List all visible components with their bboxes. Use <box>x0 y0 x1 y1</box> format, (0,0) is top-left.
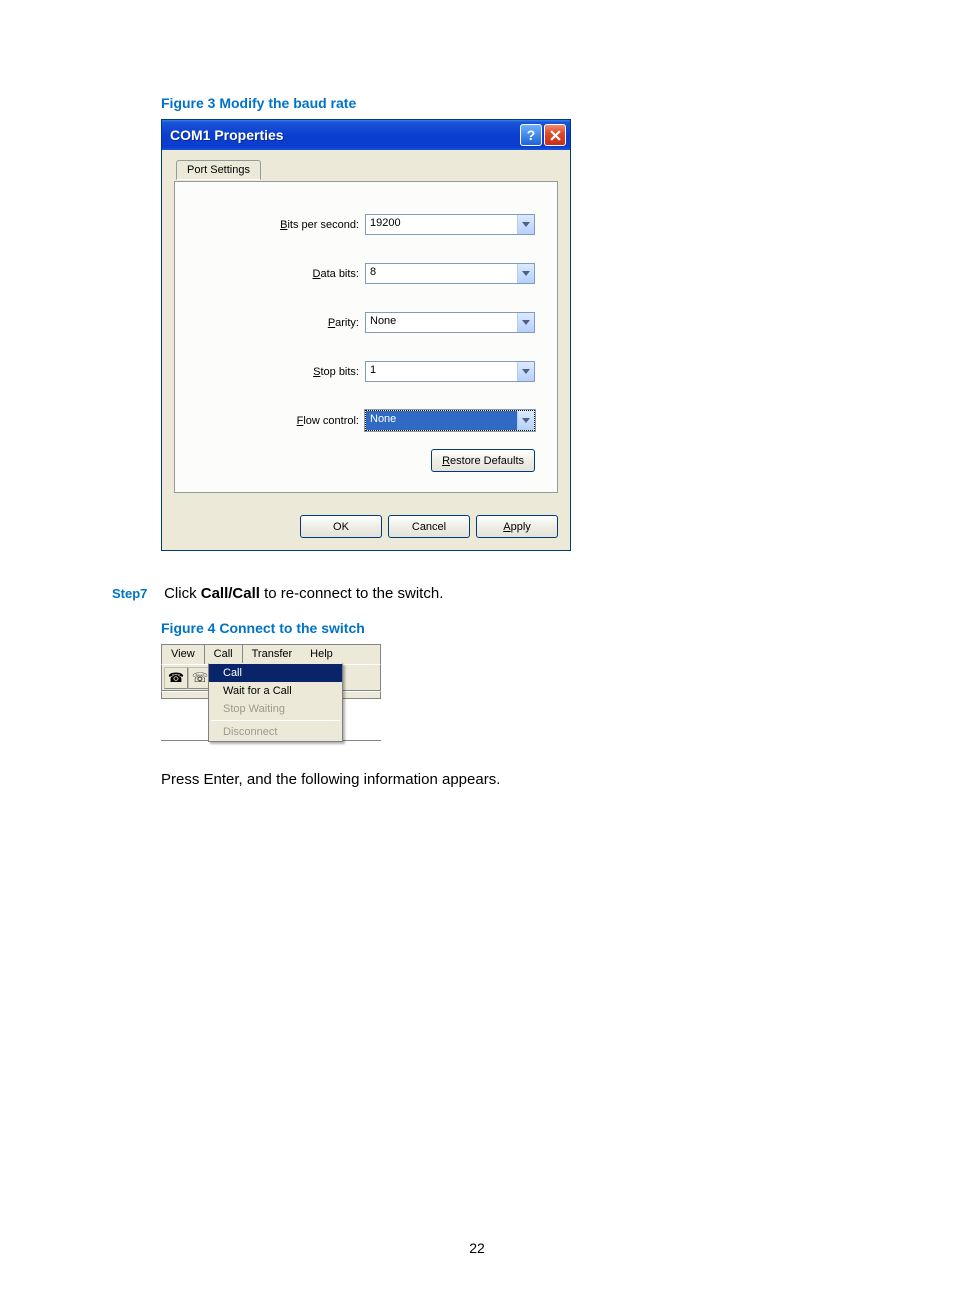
com1-properties-dialog: COM1 Properties ? Port Settings Bits per… <box>161 119 571 551</box>
flow-control-combobox[interactable]: None <box>365 410 535 431</box>
step7-text-before: Click <box>164 585 201 602</box>
bps-value: 19200 <box>366 215 517 234</box>
chevron-down-icon[interactable] <box>517 215 534 234</box>
press-enter-text: Press Enter, and the following informati… <box>161 771 854 788</box>
chevron-down-icon[interactable] <box>517 264 534 283</box>
bps-combobox[interactable]: 19200 <box>365 214 535 235</box>
menubar: View Call Transfer Help <box>161 644 381 664</box>
bps-label: Bits per second: <box>280 219 365 231</box>
call-dropdown: Call Wait for a Call Stop Waiting Discon… <box>208 663 343 742</box>
step7-bold: Call/Call <box>201 585 260 602</box>
menu-item-call[interactable]: Call <box>209 664 342 682</box>
data-bits-label: Data bits: <box>313 268 365 280</box>
apply-button[interactable]: Apply <box>476 515 558 538</box>
help-icon: ? <box>527 127 536 143</box>
port-settings-panel: Bits per second: 19200 Data bits: 8 Pari… <box>174 181 558 493</box>
menu-item-stop-waiting: Stop Waiting <box>209 700 342 718</box>
ok-button[interactable]: OK <box>300 515 382 538</box>
chevron-down-icon[interactable] <box>517 313 534 332</box>
menu-item-wait-for-call[interactable]: Wait for a Call <box>209 682 342 700</box>
menu-call[interactable]: Call <box>204 645 243 664</box>
menu-transfer[interactable]: Transfer <box>243 645 302 664</box>
hyperterminal-menu-screenshot: View Call Transfer Help ☎ ☏ Call Wait fo… <box>161 644 381 741</box>
flow-control-value: None <box>366 411 517 430</box>
step7-label: Step7 <box>112 586 147 601</box>
chevron-down-icon[interactable] <box>517 362 534 381</box>
titlebar: COM1 Properties ? <box>162 120 570 150</box>
data-bits-value: 8 <box>366 264 517 283</box>
menu-item-disconnect: Disconnect <box>209 723 342 741</box>
menu-separator <box>211 720 340 721</box>
close-icon <box>550 130 561 141</box>
help-button[interactable]: ? <box>520 124 542 146</box>
parity-value: None <box>366 313 517 332</box>
page-number: 22 <box>0 1240 954 1256</box>
phone-icon[interactable]: ☎ <box>164 667 188 689</box>
dialog-title: COM1 Properties <box>170 127 284 143</box>
parity-label: Parity: <box>328 317 365 329</box>
step7-text-after: to re-connect to the switch. <box>260 585 443 602</box>
restore-defaults-button[interactable]: Restore Defaults <box>431 449 535 472</box>
close-button[interactable] <box>544 124 566 146</box>
chevron-down-icon[interactable] <box>517 411 534 430</box>
menu-help[interactable]: Help <box>301 645 342 664</box>
menu-view[interactable]: View <box>162 645 204 664</box>
figure-4-caption: Figure 4 Connect to the switch <box>161 620 854 636</box>
stop-bits-label: Stop bits: <box>313 366 365 378</box>
data-bits-combobox[interactable]: 8 <box>365 263 535 284</box>
cancel-button[interactable]: Cancel <box>388 515 470 538</box>
flow-control-label: Flow control: <box>297 415 365 427</box>
parity-combobox[interactable]: None <box>365 312 535 333</box>
step7-line: Step7 Click Call/Call to re-connect to t… <box>112 585 854 602</box>
figure-3-caption: Figure 3 Modify the baud rate <box>161 95 854 111</box>
stop-bits-value: 1 <box>366 362 517 381</box>
tab-port-settings[interactable]: Port Settings <box>176 160 261 180</box>
stop-bits-combobox[interactable]: 1 <box>365 361 535 382</box>
